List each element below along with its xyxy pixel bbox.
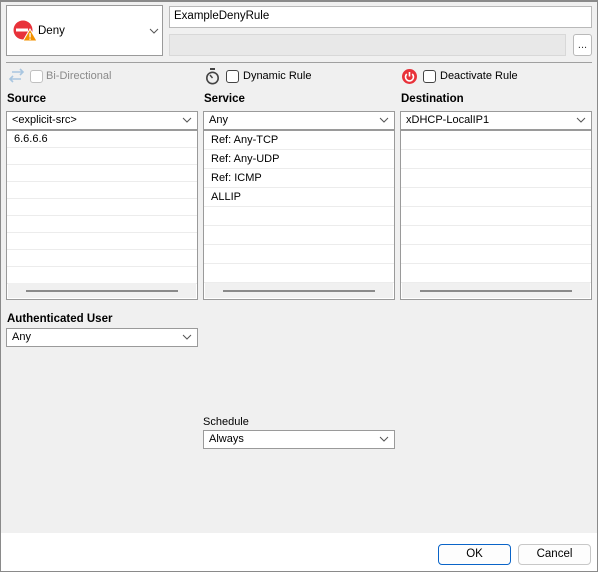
list-item[interactable]: ALLIP (204, 188, 394, 207)
auth-user-select[interactable]: Any (6, 328, 198, 347)
list-item[interactable] (401, 207, 591, 226)
list-item[interactable] (401, 169, 591, 188)
bidirectional-arrows-icon (8, 68, 25, 83)
service-label: Service (204, 93, 245, 105)
list-item[interactable] (204, 264, 394, 283)
destination-list[interactable] (400, 130, 592, 300)
action-value: Deny (38, 25, 65, 37)
schedule-selected: Always (209, 433, 244, 445)
source-select[interactable]: <explicit-src> (6, 111, 198, 130)
list-item[interactable]: Ref: Any-UDP (204, 150, 394, 169)
chevron-down-icon (379, 117, 389, 123)
chevron-down-icon (576, 117, 586, 123)
horizontal-scrollbar[interactable] (402, 283, 590, 298)
chevron-down-icon (379, 436, 389, 442)
horizontal-scrollbar[interactable] (205, 283, 393, 298)
chevron-down-icon (182, 334, 192, 340)
more-button[interactable]: ... (573, 34, 592, 56)
list-item[interactable] (204, 245, 394, 264)
auth-user-selected: Any (12, 331, 31, 343)
list-item[interactable] (7, 250, 197, 267)
separator (6, 62, 592, 63)
list-item[interactable] (401, 188, 591, 207)
deactivate-rule-checkbox[interactable] (423, 70, 436, 83)
action-dropdown[interactable]: Deny (6, 5, 163, 56)
service-select[interactable]: Any (203, 111, 395, 130)
bidirectional-checkbox[interactable] (30, 70, 43, 83)
dynamic-rule-checkbox[interactable] (226, 70, 239, 83)
ok-button[interactable]: OK (438, 544, 511, 565)
list-item[interactable] (401, 131, 591, 150)
dynamic-rule-label: Dynamic Rule (243, 70, 312, 82)
rule-dialog: Deny ExampleDenyRule ... Bi-Directional … (0, 0, 598, 572)
auth-user-label: Authenticated User (7, 313, 113, 325)
destination-selected: xDHCP-LocalIP1 (406, 114, 490, 126)
service-selected: Any (209, 114, 228, 126)
schedule-select[interactable]: Always (203, 430, 395, 449)
list-item[interactable] (7, 182, 197, 199)
rule-name-value: ExampleDenyRule (174, 10, 270, 22)
rule-panel: Deny ExampleDenyRule ... Bi-Directional … (1, 2, 597, 533)
list-item[interactable] (401, 226, 591, 245)
list-item[interactable] (401, 150, 591, 169)
schedule-label: Schedule (203, 416, 249, 428)
list-item[interactable] (204, 207, 394, 226)
list-item[interactable] (7, 199, 197, 216)
timer-icon (206, 68, 219, 85)
horizontal-scrollbar[interactable] (8, 283, 196, 298)
list-item[interactable] (7, 216, 197, 233)
power-icon (402, 69, 417, 84)
chevron-down-icon (182, 117, 192, 123)
destination-label: Destination (401, 93, 464, 105)
comment-input[interactable] (169, 34, 566, 56)
list-item[interactable] (7, 233, 197, 250)
list-item[interactable] (7, 148, 197, 165)
list-item[interactable]: 6.6.6.6 (7, 131, 197, 148)
list-item[interactable]: Ref: ICMP (204, 169, 394, 188)
list-item[interactable] (401, 264, 591, 283)
service-list[interactable]: Ref: Any-TCP Ref: Any-UDP Ref: ICMP ALLIP (203, 130, 395, 300)
bidirectional-label: Bi-Directional (46, 70, 112, 82)
rule-name-input[interactable]: ExampleDenyRule (169, 6, 592, 28)
list-item[interactable] (7, 165, 197, 182)
cancel-button[interactable]: Cancel (518, 544, 591, 565)
deny-warning-icon (13, 20, 37, 42)
list-item[interactable]: Ref: Any-TCP (204, 131, 394, 150)
list-item[interactable] (204, 226, 394, 245)
source-label: Source (7, 93, 46, 105)
deactivate-rule-label: Deactivate Rule (440, 70, 518, 82)
source-list[interactable]: 6.6.6.6 (6, 130, 198, 300)
list-item[interactable] (7, 267, 197, 284)
chevron-down-icon (149, 28, 159, 34)
source-selected: <explicit-src> (12, 114, 77, 126)
destination-select[interactable]: xDHCP-LocalIP1 (400, 111, 592, 130)
list-item[interactable] (401, 245, 591, 264)
